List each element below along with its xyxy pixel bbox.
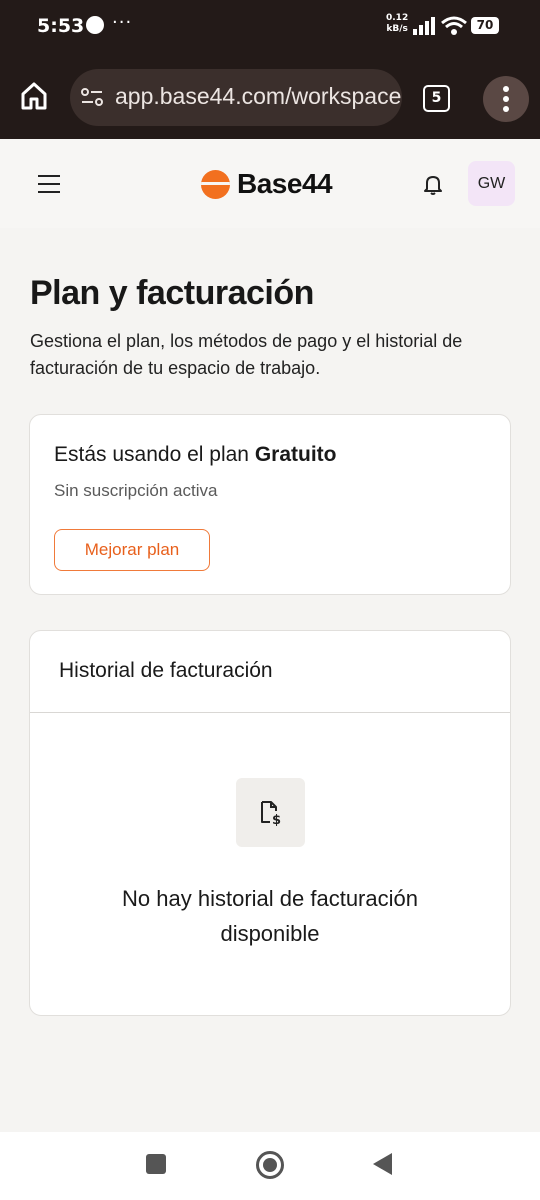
network-speed-unit: kB/s: [386, 24, 408, 34]
empty-state-message: No hay historial de facturación disponib…: [122, 886, 418, 946]
status-bar: 5:53 ··· 0.12 kB/s 70: [0, 0, 540, 56]
upgrade-plan-button[interactable]: Mejorar plan: [54, 529, 210, 571]
back-icon[interactable]: [373, 1153, 392, 1175]
network-speed-value: 0.12: [386, 13, 409, 23]
battery-icon: 70: [471, 17, 499, 34]
billing-history-card: Historial de facturación $ No hay histor…: [29, 630, 511, 1016]
avatar[interactable]: GW: [468, 161, 515, 206]
system-nav-bar: [0, 1132, 540, 1200]
current-plan-prefix: Estás usando el plan: [54, 443, 255, 466]
subscription-status: Sin suscripción activa: [54, 481, 218, 500]
empty-state-icon-box: $: [236, 778, 305, 847]
network-speed: 0.12 kB/s: [386, 13, 408, 35]
signal-icon: [413, 17, 435, 35]
app-header: Base44 GW: [0, 139, 540, 228]
home-circle-icon[interactable]: [256, 1151, 284, 1179]
logo-mark-icon: [201, 169, 230, 199]
billing-history-title: Historial de facturación: [59, 659, 273, 682]
site-settings-icon[interactable]: [80, 86, 104, 108]
page-title: Plan y facturación: [30, 274, 314, 312]
logo[interactable]: Base44: [201, 167, 333, 201]
app-notification-icon: [86, 16, 104, 34]
invoice-dollar-icon: $: [261, 801, 281, 826]
url-text[interactable]: app.base44.com/workspace: [115, 83, 401, 110]
hamburger-menu-icon[interactable]: [38, 175, 60, 193]
home-icon[interactable]: [18, 80, 50, 112]
more-vert-icon[interactable]: [483, 76, 529, 122]
svg-text:$: $: [272, 813, 281, 826]
wifi-icon: [441, 16, 467, 35]
status-time: 5:53: [37, 15, 85, 37]
divider: [30, 712, 510, 713]
recents-icon[interactable]: [146, 1154, 166, 1174]
current-plan-name: Gratuito: [254, 443, 337, 466]
page-description: Gestiona el plan, los métodos de pago y …: [30, 331, 463, 378]
more-notifications-indicator: ···: [112, 12, 133, 33]
plan-card: Estás usando el plan Gratuito Sin suscri…: [29, 414, 511, 595]
address-bar[interactable]: app.base44.com/workspace: [70, 69, 402, 126]
bell-icon[interactable]: [422, 173, 444, 195]
tabs-icon[interactable]: 5: [423, 85, 450, 112]
current-plan-text: Estás usando el plan Gratuito: [54, 443, 336, 467]
logo-text: Base44: [237, 168, 333, 199]
browser-toolbar: app.base44.com/workspace 5: [0, 56, 540, 139]
